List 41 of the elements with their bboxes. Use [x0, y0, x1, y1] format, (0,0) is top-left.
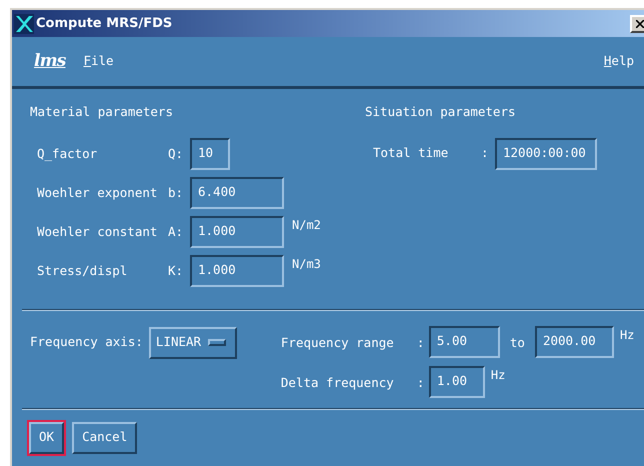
field-symbol: Q: [168, 144, 183, 163]
section-title: Material parameters [30, 103, 174, 121]
field-label: Woehler constant [37, 222, 158, 241]
field-label: Delta frequency [280, 374, 395, 392]
menu-item[interactable]: Help [604, 52, 634, 71]
separator: : [416, 334, 426, 352]
section-title: Situation parameters [365, 103, 517, 121]
unit-label: Hz [490, 366, 506, 384]
field-label: Woehler exponent [37, 184, 158, 202]
dialog-button[interactable]: Cancel [72, 422, 138, 454]
field-label: Frequency range [280, 334, 395, 352]
input-field[interactable]: 1.000 [190, 254, 284, 287]
input-field[interactable]: 1.000 [190, 216, 284, 248]
connector-label: to [510, 334, 525, 352]
separator: : [481, 144, 490, 162]
unit-label: Hz [620, 326, 634, 344]
input-field[interactable]: 5.00 [428, 326, 500, 358]
menu-item[interactable]: File [83, 52, 114, 71]
window-title: Compute MRS/FDS [36, 14, 172, 33]
close-icon [636, 20, 644, 28]
unit-label: N/m2 [292, 216, 321, 234]
unit-label: N/m3 [292, 256, 321, 273]
logo: lms [34, 50, 66, 73]
separator: : [416, 374, 426, 392]
dialog-button[interactable]: OK [29, 422, 64, 454]
option-menu[interactable]: LINEAR [148, 326, 237, 359]
input-field[interactable]: 2000.00 [534, 326, 614, 358]
field-label: Total time [373, 144, 450, 162]
input-field[interactable]: 12000:00:00 [495, 138, 597, 170]
app-icon [14, 14, 34, 34]
input-field[interactable]: 6.400 [190, 176, 284, 209]
field-label: Frequency axis: [30, 333, 143, 352]
field-label: Q_factor [37, 144, 98, 163]
input-field[interactable]: 10 [190, 138, 230, 170]
input-field[interactable]: 1.00 [428, 366, 485, 398]
field-symbol: b: [168, 184, 183, 202]
option-indicator-icon [208, 339, 226, 346]
field-symbol: A: [168, 222, 183, 241]
field-symbol: K: [168, 262, 183, 280]
field-label: Stress/displ [37, 262, 128, 280]
close-button[interactable] [630, 14, 644, 32]
